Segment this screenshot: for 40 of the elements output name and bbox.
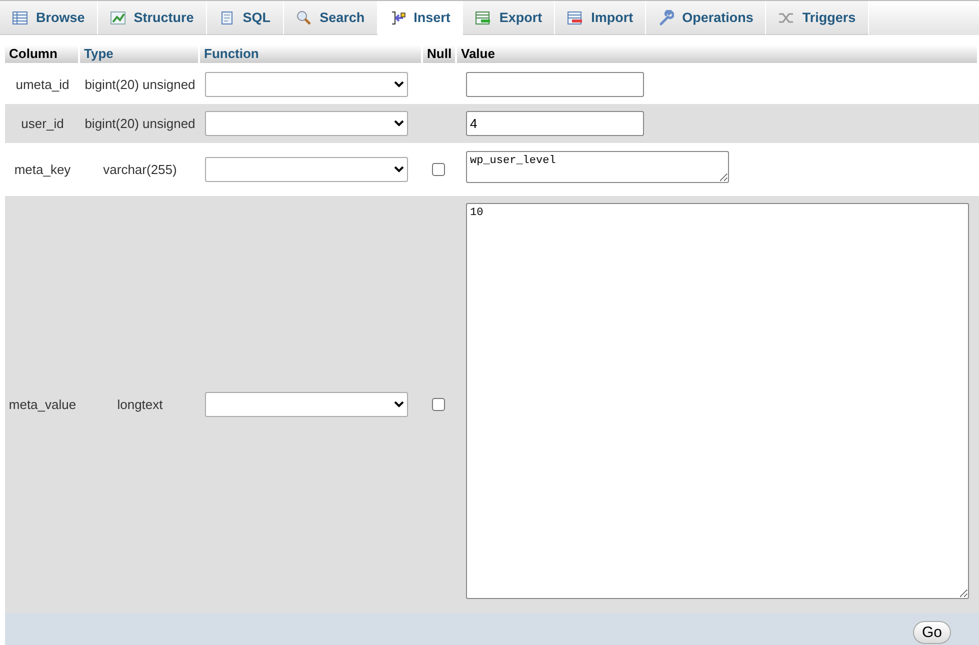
- tab[interactable]: Browse: [0, 1, 98, 35]
- column-type: varchar(255): [102, 162, 178, 177]
- column-type: bigint(20) unsigned: [84, 116, 196, 131]
- wrench-icon: [658, 10, 674, 26]
- function-dropdown[interactable]: [205, 72, 408, 97]
- sql-icon: [218, 10, 235, 26]
- value-field[interactable]: wp_user_level: [466, 151, 729, 183]
- tab[interactable]: Structure: [98, 1, 207, 35]
- function-dropdown[interactable]: [205, 157, 408, 182]
- column-name: meta_value: [8, 397, 78, 412]
- column-name: meta_key: [13, 162, 72, 177]
- structure-icon: [110, 10, 126, 26]
- import-icon: [567, 10, 584, 26]
- tab[interactable]: SQL: [206, 1, 284, 35]
- column-type: bigint(20) unsigned: [84, 77, 196, 92]
- function-dropdown[interactable]: [205, 111, 408, 136]
- column-header: Value: [457, 45, 979, 63]
- column-name: umeta_id: [14, 77, 70, 92]
- tab[interactable]: Triggers: [766, 1, 869, 35]
- null-checkbox[interactable]: [432, 163, 445, 176]
- null-checkbox[interactable]: [432, 398, 445, 411]
- tab[interactable]: Operations: [646, 1, 766, 35]
- value-field[interactable]: [466, 72, 644, 97]
- tab[interactable]: Export: [463, 1, 556, 35]
- column-name: user_id: [20, 116, 65, 131]
- function-dropdown[interactable]: [205, 392, 408, 417]
- value-field[interactable]: 10: [466, 203, 969, 599]
- insert-icon: [390, 10, 406, 26]
- column-header: Type: [80, 45, 200, 63]
- column-type: longtext: [116, 397, 164, 412]
- table-icon: [12, 10, 28, 26]
- column-header: Function: [200, 45, 423, 63]
- tab[interactable]: Search: [284, 1, 378, 35]
- value-field[interactable]: 4: [466, 111, 644, 136]
- column-header: Column: [5, 45, 80, 63]
- export-icon: [475, 10, 492, 26]
- column-header: Null: [423, 45, 457, 63]
- search-icon: [296, 10, 312, 26]
- go-button[interactable]: Go: [912, 620, 951, 644]
- tab[interactable]: Import: [555, 1, 646, 35]
